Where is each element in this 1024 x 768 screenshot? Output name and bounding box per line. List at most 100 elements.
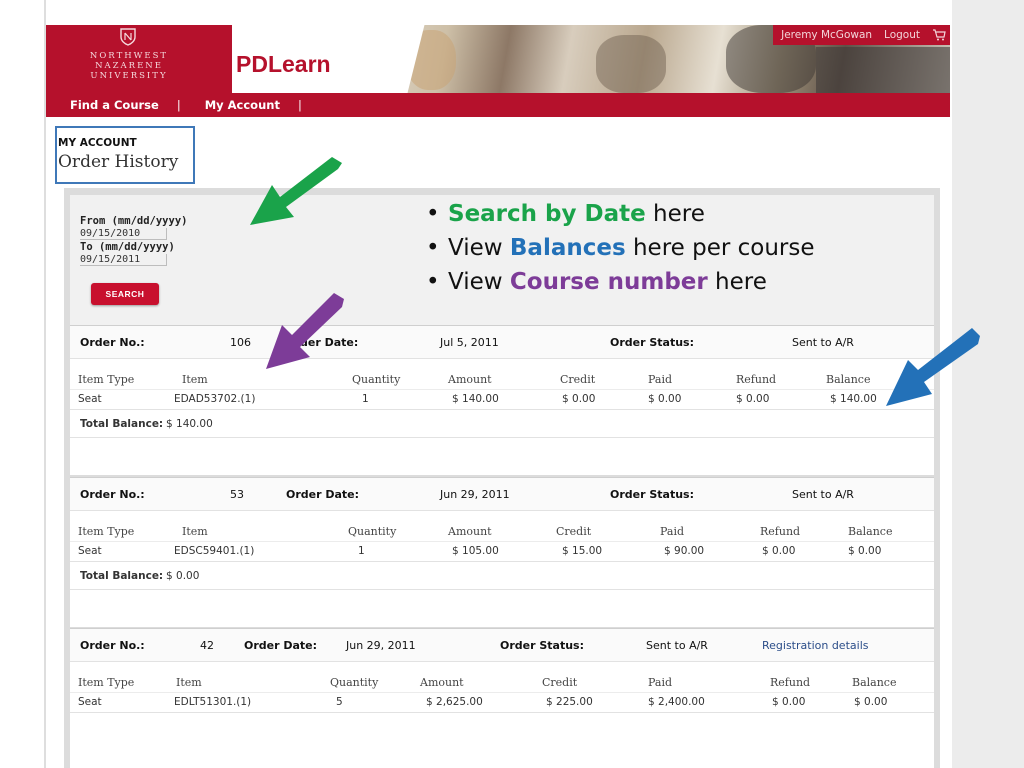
blue-arrow-icon [886, 328, 980, 406]
order-no-value: 106 [230, 336, 251, 349]
cell-balance: $ 0.00 [848, 545, 882, 557]
annotation-callouts: • Search by Date here • View Balances here… [426, 197, 815, 299]
col-item: Item [176, 676, 202, 689]
cell-qty: 1 [358, 545, 365, 557]
col-amount: Amount [420, 676, 464, 689]
order-no-label: Order No.: [80, 488, 145, 501]
order-date-label: Order Date: [244, 639, 318, 652]
cell-credit: $ 225.00 [546, 696, 593, 708]
site-header: NORTHWEST NAZARENE UNIVERSITY PDLearn Je… [46, 25, 950, 93]
cell-refund: $ 0.00 [762, 545, 796, 557]
total-balance-row: Total Balance: $ 0.00 [70, 561, 934, 590]
nav-separator: | [176, 98, 181, 112]
col-amount: Amount [448, 373, 492, 386]
cell-type: Seat [78, 393, 102, 405]
section-label: MY ACCOUNT [58, 137, 137, 149]
page-title: Order History [58, 152, 179, 172]
col-credit: Credit [556, 525, 592, 538]
nav-find-course[interactable]: Find a Course [46, 98, 159, 112]
col-quantity: Quantity [330, 676, 379, 689]
cell-paid: $ 2,400.00 [648, 696, 705, 708]
cell-type: Seat [78, 696, 102, 708]
callout-course-number: • View Course number here [426, 269, 767, 295]
purple-arrow-icon [266, 293, 344, 369]
table-row: Seat EDLT51301.(1) 5 $ 2,625.00 $ 225.00… [70, 692, 934, 713]
user-bar: Jeremy McGowan Logout [773, 25, 950, 45]
cell-item: EDLT51301.(1) [174, 696, 252, 708]
total-balance-row: Total Balance: $ 140.00 [70, 409, 934, 438]
col-paid: Paid [648, 676, 673, 689]
order-status-value: Sent to A/R [646, 639, 708, 652]
cell-type: Seat [78, 545, 102, 557]
order-date-value: Jun 29, 2011 [346, 639, 416, 652]
from-date-label: From (mm/dd/yyyy) [80, 215, 188, 227]
order-no-value: 42 [200, 639, 214, 652]
nav-separator: | [297, 98, 302, 112]
col-paid: Paid [648, 373, 673, 386]
cell-refund: $ 0.00 [772, 696, 806, 708]
main-nav: Find a Course | My Account | [46, 93, 950, 117]
column-header-row: Item Type Item Quantity Amount Credit Pa… [70, 521, 934, 542]
cart-icon[interactable] [932, 29, 946, 41]
order-date-label: Order Date: [286, 488, 360, 501]
order-no-label: Order No.: [80, 639, 145, 652]
cell-qty: 5 [336, 696, 343, 708]
col-item-type: Item Type [78, 525, 135, 538]
university-shield-icon [120, 28, 136, 46]
cell-qty: 1 [362, 393, 369, 405]
col-credit: Credit [560, 373, 596, 386]
app-name[interactable]: PDLearn [236, 51, 331, 78]
cell-paid: $ 90.00 [664, 545, 705, 557]
order-status-value: Sent to A/R [792, 336, 854, 349]
col-balance: Balance [848, 525, 893, 538]
from-date-input[interactable]: 09/15/2010 [80, 228, 167, 240]
user-name[interactable]: Jeremy McGowan [781, 29, 872, 41]
col-refund: Refund [770, 676, 811, 689]
university-name: NORTHWEST NAZARENE UNIVERSITY [89, 51, 169, 81]
total-balance-value: $ 140.00 [166, 418, 213, 430]
col-amount: Amount [448, 525, 492, 538]
cell-paid: $ 0.00 [648, 393, 682, 405]
total-balance-label: Total Balance: [80, 570, 164, 582]
order-block: Order No.: 106 der Date: Jul 5, 2011 Ord… [70, 325, 934, 475]
column-header-row: Item Type Item Quantity Amount Credit Pa… [70, 672, 934, 693]
order-no-label: Order No.: [80, 336, 145, 349]
order-status-label: Order Status: [610, 488, 695, 501]
col-item: Item [182, 373, 208, 386]
cell-item: EDAD53702.(1) [174, 393, 256, 405]
cell-refund: $ 0.00 [736, 393, 770, 405]
logout-link[interactable]: Logout [884, 29, 920, 41]
order-date-value: Jun 29, 2011 [440, 488, 510, 501]
col-item: Item [182, 525, 208, 538]
cell-item: EDSC59401.(1) [174, 545, 255, 557]
cell-amount: $ 105.00 [452, 545, 499, 557]
order-header: Order No.: 53 Order Date: Jun 29, 2011 O… [70, 477, 934, 511]
search-button[interactable]: SEARCH [91, 283, 159, 305]
to-date-label: To (mm/dd/yyyy) [80, 241, 175, 253]
callout-balances: • View Balances here per course [426, 235, 815, 261]
callout-search-date: • Search by Date here [426, 201, 705, 227]
col-credit: Credit [542, 676, 578, 689]
table-row: Seat EDAD53702.(1) 1 $ 140.00 $ 0.00 $ 0… [70, 389, 934, 410]
order-block: Order No.: 53 Order Date: Jun 29, 2011 O… [70, 477, 934, 627]
col-paid: Paid [660, 525, 685, 538]
nav-my-account[interactable]: My Account [181, 98, 280, 112]
col-refund: Refund [736, 373, 777, 386]
total-balance-label: Total Balance: [80, 418, 164, 430]
page-title-box: MY ACCOUNT Order History [55, 126, 195, 184]
column-header-row: Item Type Item Quantity Amount Credit Pa… [70, 369, 934, 390]
to-date-input[interactable]: 09/15/2011 [80, 254, 167, 266]
cell-credit: $ 15.00 [562, 545, 603, 557]
col-refund: Refund [760, 525, 801, 538]
order-status-value: Sent to A/R [792, 488, 854, 501]
cell-amount: $ 140.00 [452, 393, 499, 405]
col-item-type: Item Type [78, 676, 135, 689]
col-balance: Balance [852, 676, 897, 689]
order-header: Order No.: 106 der Date: Jul 5, 2011 Ord… [70, 325, 934, 359]
cell-balance: $ 0.00 [854, 696, 888, 708]
cell-credit: $ 0.00 [562, 393, 596, 405]
order-status-label: Order Status: [500, 639, 585, 652]
cell-amount: $ 2,625.00 [426, 696, 483, 708]
order-block: Order No.: 42 Order Date: Jun 29, 2011 O… [70, 628, 934, 768]
registration-details-link[interactable]: Registration details [762, 639, 868, 652]
